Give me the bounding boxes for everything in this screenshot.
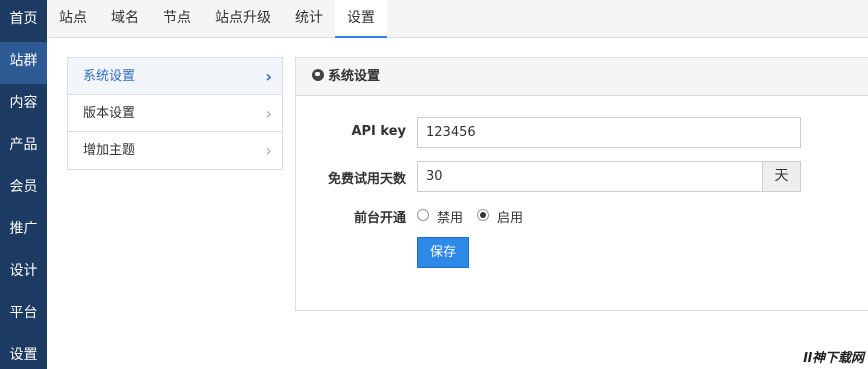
tab-nodes[interactable]: 节点 (151, 0, 203, 38)
panel-title: 系统设置 (328, 69, 381, 84)
settings-menu: 系统设置 › 版本设置 › 增加主题 › (67, 57, 283, 170)
radio-enable-label: 启用 (497, 211, 524, 226)
sidebar-item-promotion[interactable]: 推广 (0, 210, 47, 252)
api-key-input[interactable]: 123456 (417, 117, 801, 148)
globe-icon (312, 69, 324, 81)
top-navbar: 站点 域名 节点 站点升级 统计 设置 (47, 0, 868, 38)
sidebar-item-content[interactable]: 内容 (0, 84, 47, 126)
panel-header: 系统设置 (296, 58, 868, 96)
tab-domains[interactable]: 域名 (99, 0, 151, 38)
menu-item-add-theme[interactable]: 增加主题 › (68, 132, 282, 169)
watermark: ll神下载网 (803, 351, 864, 366)
menu-item-label: 版本设置 (83, 106, 136, 121)
chevron-right-icon: › (265, 141, 272, 160)
tab-sites[interactable]: 站点 (47, 0, 99, 38)
tab-settings[interactable]: 设置 (335, 0, 387, 38)
sidebar-item-design[interactable]: 设计 (0, 252, 47, 294)
sidebar-item-sitegroup[interactable]: 站群 (0, 42, 47, 84)
sidebar-item-settings[interactable]: 设置 (0, 336, 47, 369)
menu-item-label: 系统设置 (83, 69, 136, 84)
sidebar-item-products[interactable]: 产品 (0, 126, 47, 168)
trial-days-input[interactable]: 30 (417, 161, 763, 192)
main-sidebar: 首页 站群 内容 产品 会员 推广 设计 平台 设置 (0, 0, 47, 369)
sidebar-item-home[interactable]: 首页 (0, 0, 47, 42)
menu-item-label: 增加主题 (83, 143, 136, 158)
system-settings-panel: 系统设置 API key 123456 免费试用天数 30 天 前台开通 禁用 … (295, 57, 868, 311)
menu-item-system-settings[interactable]: 系统设置 › (68, 58, 282, 95)
radio-disable-label: 禁用 (437, 211, 464, 226)
save-button[interactable]: 保存 (417, 237, 469, 268)
trial-days-label: 免费试用天数 (327, 172, 406, 187)
chevron-right-icon: › (265, 67, 272, 86)
frontend-enable-label: 前台开通 (353, 211, 406, 226)
trial-days-unit: 天 (763, 161, 801, 192)
chevron-right-icon: › (265, 104, 272, 123)
tab-site-upgrade[interactable]: 站点升级 (203, 0, 283, 38)
sidebar-item-members[interactable]: 会员 (0, 168, 47, 210)
radio-disable[interactable] (417, 209, 429, 221)
radio-enable[interactable] (477, 209, 489, 221)
tab-statistics[interactable]: 统计 (283, 0, 335, 38)
sidebar-item-platform[interactable]: 平台 (0, 294, 47, 336)
menu-item-version-settings[interactable]: 版本设置 › (68, 95, 282, 132)
api-key-label: API key (351, 124, 406, 139)
